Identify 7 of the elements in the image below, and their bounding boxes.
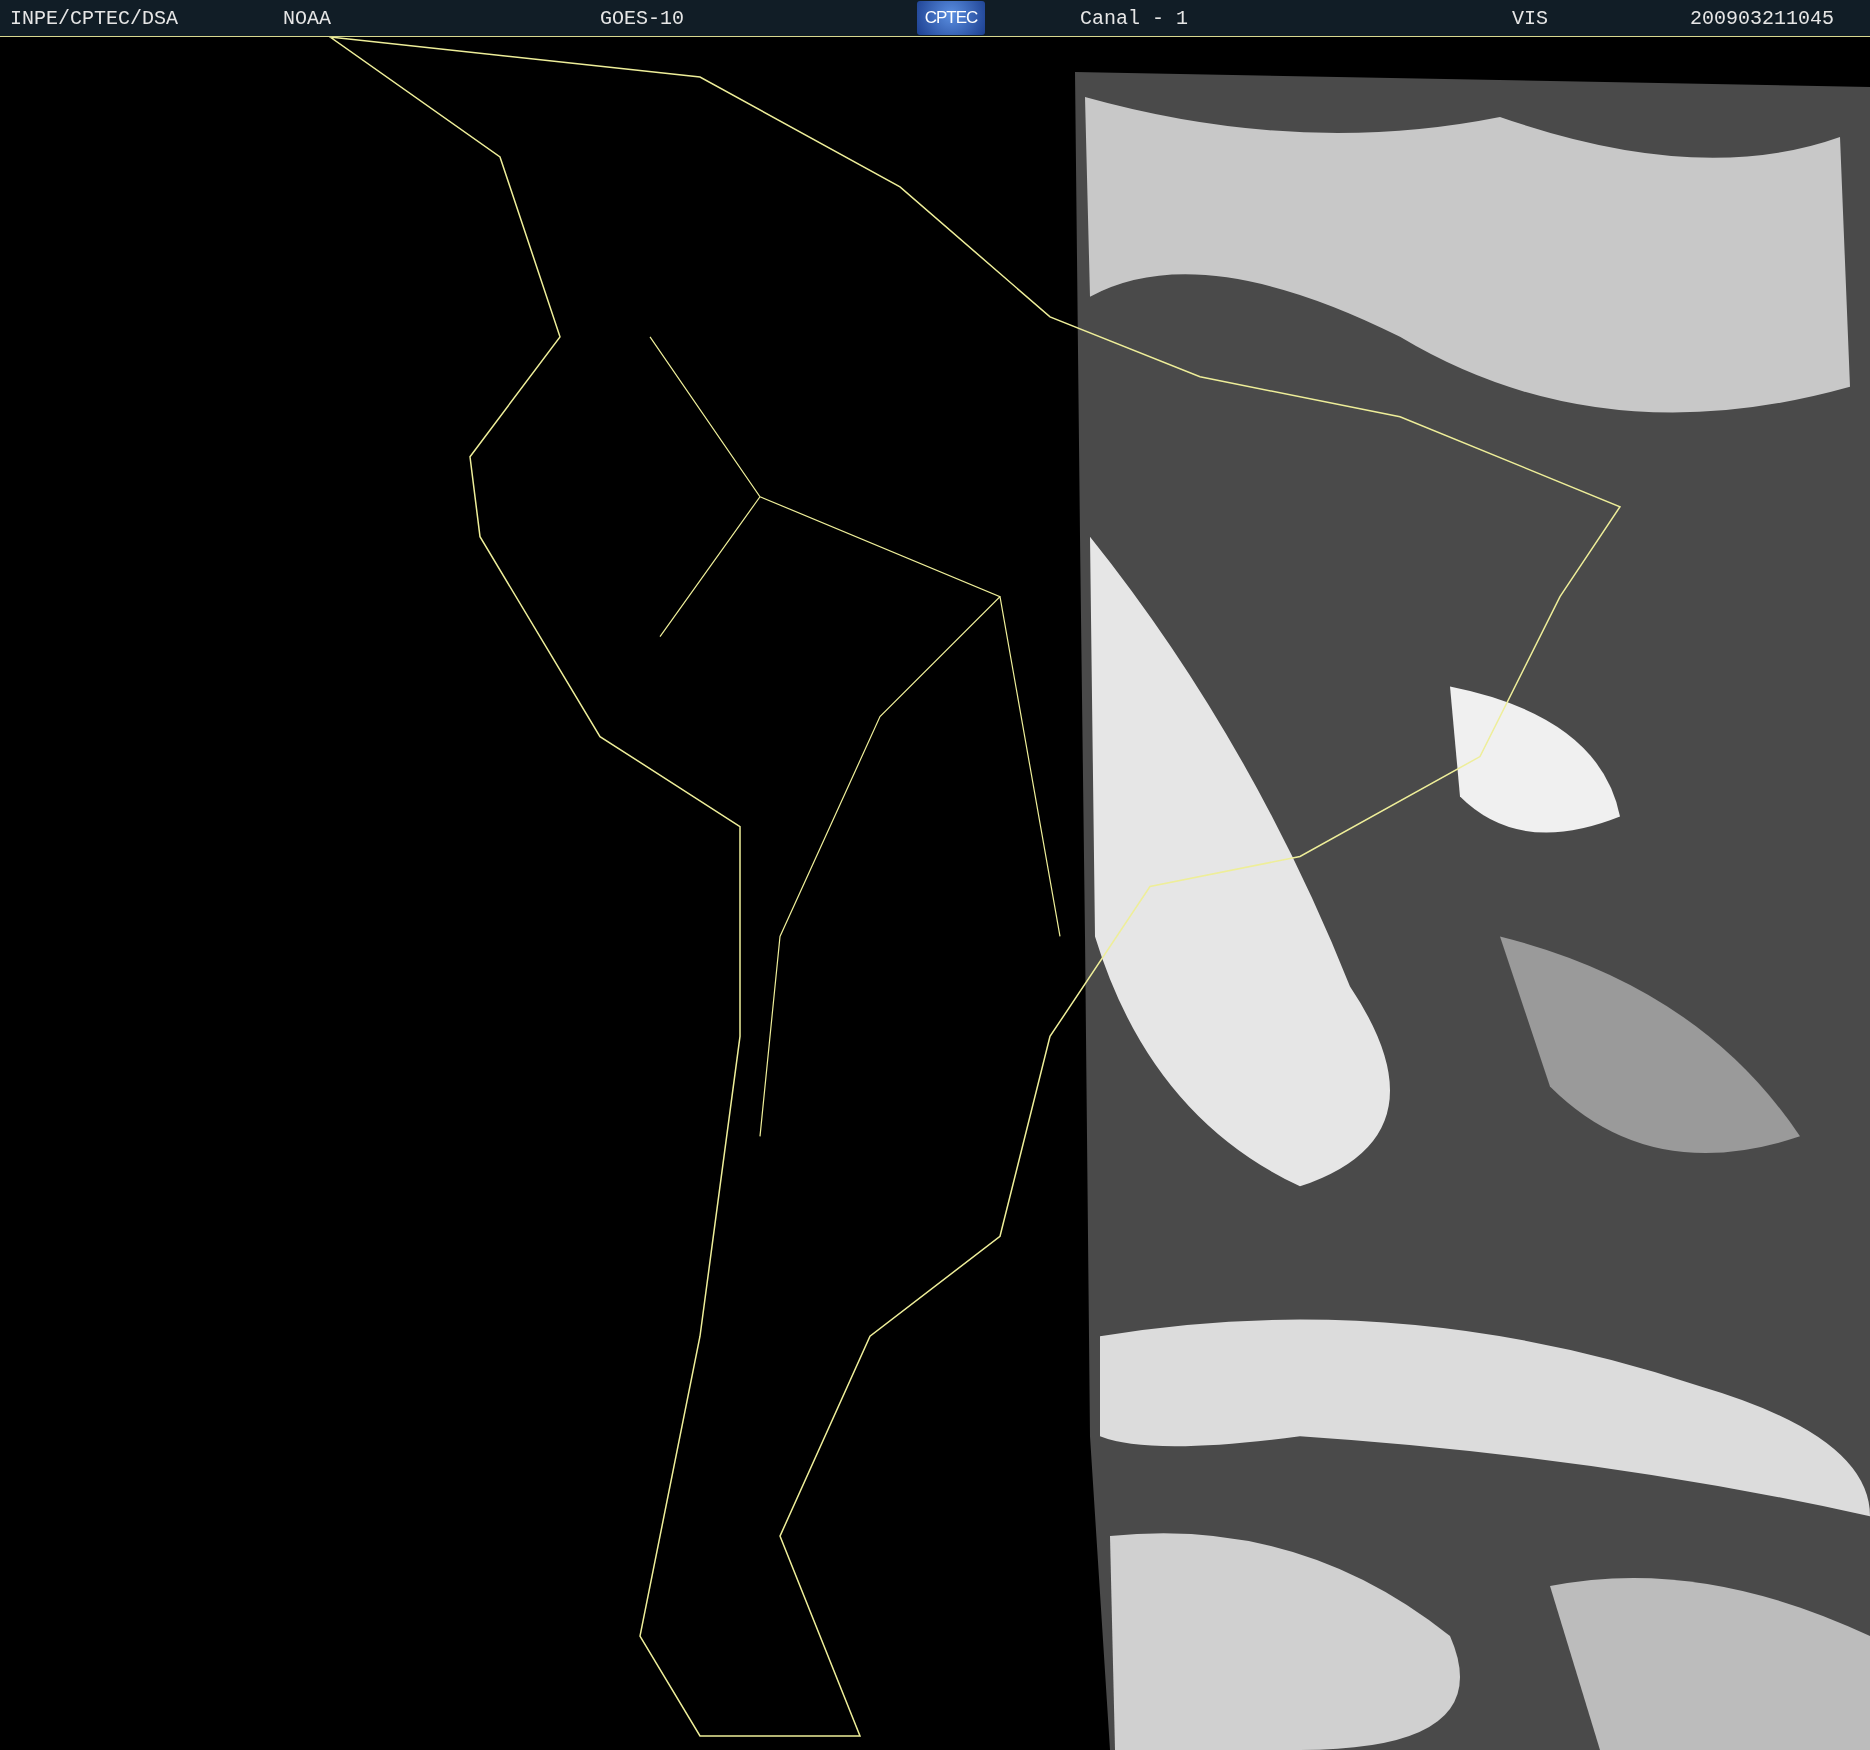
header-label: VIS bbox=[1512, 6, 1549, 30]
header-label: 200903211045 bbox=[1690, 6, 1835, 30]
header-label: Canal - 1 bbox=[1080, 6, 1190, 30]
header-label: NOAA bbox=[283, 6, 332, 30]
header-label: INPE/CPTEC/DSA bbox=[10, 6, 180, 30]
logo: CPTEC bbox=[917, 1, 985, 35]
header-label: GOES-10 bbox=[600, 6, 685, 30]
